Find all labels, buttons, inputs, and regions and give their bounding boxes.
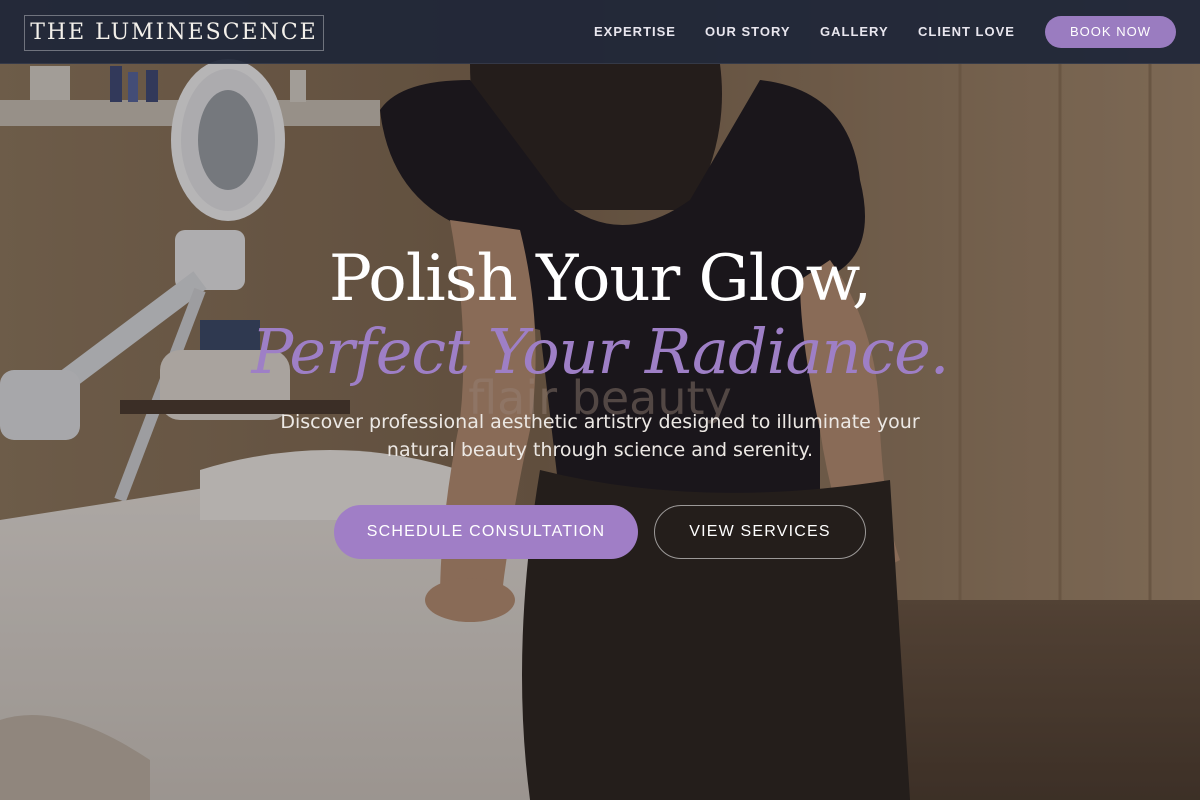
nav-link-expertise[interactable]: EXPERTISE bbox=[594, 0, 676, 64]
nav-link-gallery[interactable]: GALLERY bbox=[820, 0, 889, 64]
hero-subtitle: Discover professional aesthetic artistry… bbox=[280, 411, 920, 461]
nav-link-client-love[interactable]: CLIENT LOVE bbox=[918, 0, 1015, 64]
site-logo[interactable]: THE LUMINESCENCE bbox=[24, 15, 324, 51]
view-services-button[interactable]: VIEW SERVICES bbox=[654, 505, 866, 559]
landing-page: THE LUMINESCENCE EXPERTISE OUR STORY GAL… bbox=[0, 0, 1200, 800]
schedule-consultation-button[interactable]: SCHEDULE CONSULTATION bbox=[334, 505, 638, 559]
hero-headline-line-1: Polish Your Glow, bbox=[328, 242, 872, 316]
book-now-button[interactable]: BOOK NOW bbox=[1045, 16, 1176, 48]
nav-link-our-story[interactable]: OUR STORY bbox=[705, 0, 791, 64]
site-header: THE LUMINESCENCE EXPERTISE OUR STORY GAL… bbox=[0, 0, 1200, 64]
